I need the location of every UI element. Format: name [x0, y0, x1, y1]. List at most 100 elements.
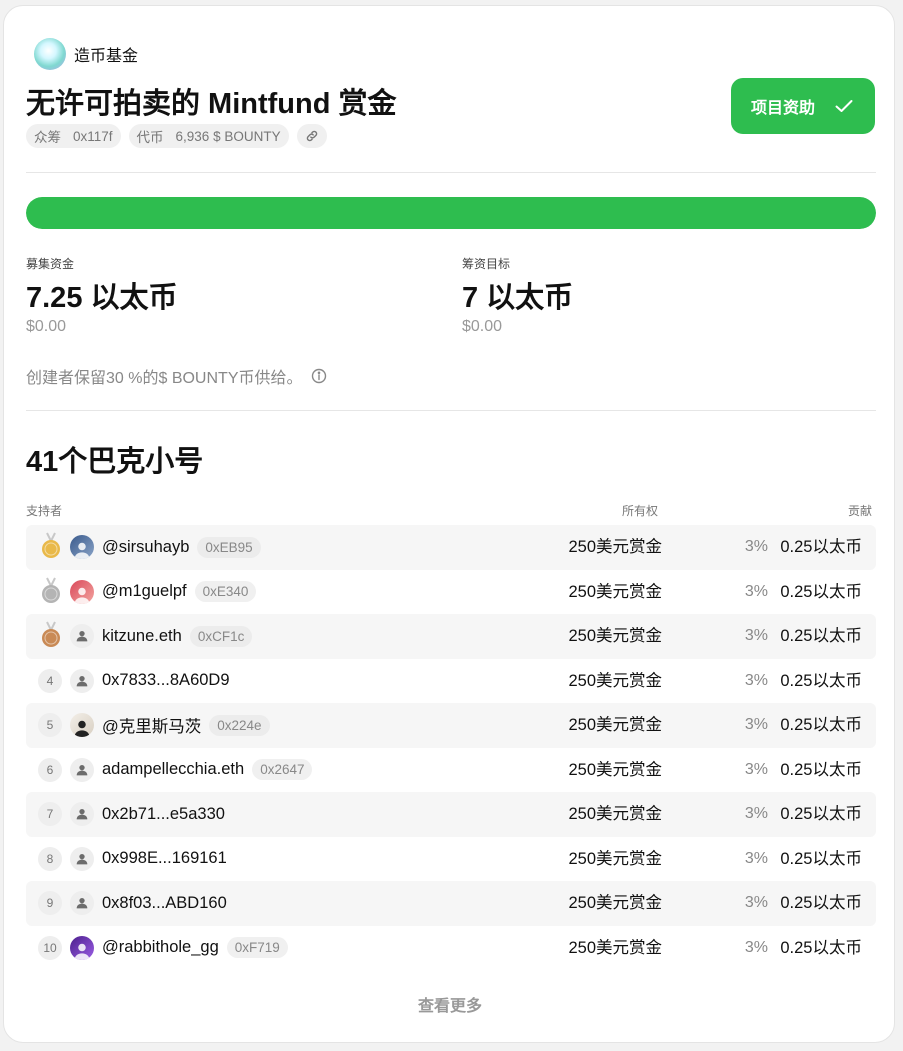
- supporter-name[interactable]: 0x998E...169161: [102, 849, 227, 868]
- rank-badge: 10: [38, 935, 62, 960]
- supporter-cell: adampellecchia.eth 0x2647: [102, 748, 313, 793]
- project-chips: 众筹 0x117f 代币 6,936 $ BOUNTY: [26, 124, 327, 148]
- ownership-value: 250美元赏金: [568, 582, 662, 601]
- supporter-cell: kitzune.eth 0xCF1c: [102, 614, 253, 659]
- raised-stat: 募集资金 7.25 以太币 $0.00: [26, 255, 178, 336]
- token-chip[interactable]: 代币 6,936 $ BOUNTY: [128, 124, 289, 148]
- chip-key: 代币: [136, 130, 164, 145]
- backers-title: 41个巴克小号: [26, 446, 204, 478]
- backer-row[interactable]: 8 0x998E...169161 250美元赏金 3% 0.25以太币: [26, 837, 876, 882]
- view-more-button[interactable]: 查看更多: [4, 992, 896, 1016]
- progress-fill: [26, 197, 876, 229]
- rank-badge: 6: [38, 757, 62, 782]
- supporter-address[interactable]: 0xF719: [226, 937, 288, 959]
- info-icon[interactable]: [311, 368, 327, 384]
- ownership-value: 250美元赏金: [568, 894, 662, 912]
- ownership-value: 250美元赏金: [568, 538, 662, 556]
- chip-key: 众筹: [34, 130, 61, 145]
- supporter-name[interactable]: @m1guelpf: [102, 582, 187, 601]
- supporter-address[interactable]: 0x2647: [252, 759, 313, 781]
- backer-row[interactable]: kitzune.eth 0xCF1c 250美元赏金 3% 0.25以太币: [26, 614, 876, 659]
- funding-progress-bar: [26, 197, 876, 229]
- raised-usd: $0.00: [26, 318, 67, 335]
- backer-row[interactable]: 4 0x7833...8A60D9 250美元赏金 3% 0.25以太币: [26, 659, 876, 704]
- supporter-address[interactable]: 0xEB95: [197, 536, 261, 558]
- brand-name: 造币基金: [74, 48, 139, 65]
- supporter-name[interactable]: @rabbithole_gg: [102, 938, 219, 957]
- brand[interactable]: 造币基金: [34, 38, 138, 70]
- contribution-value: 0.25以太币: [780, 760, 862, 779]
- supporter-cell: 0x998E...169161: [102, 837, 227, 882]
- raised-value: 7.25 以太币: [26, 282, 178, 314]
- rank-badge: 9: [38, 891, 62, 915]
- backer-row[interactable]: 10 @rabbithole_gg 0xF719 250美元赏金 3% 0.25…: [26, 926, 876, 971]
- supporter-cell: @sirsuhayb 0xEB95: [102, 525, 261, 570]
- supporter-name[interactable]: @sirsuhayb: [102, 538, 189, 557]
- divider: [26, 410, 876, 411]
- ownership-percent: 3%: [744, 760, 768, 778]
- contribution-value: 0.25以太币: [780, 894, 862, 912]
- link-button[interactable]: [296, 124, 327, 148]
- rank-badge: 8: [38, 846, 62, 871]
- link-icon: [306, 130, 317, 142]
- contribution-value: 0.25以太币: [780, 716, 862, 734]
- default-avatar-icon: [70, 624, 94, 648]
- avatar: [70, 935, 94, 960]
- supporter-name[interactable]: 0x8f03...ABD160: [102, 894, 227, 913]
- ownership-percent: 3%: [744, 627, 768, 644]
- ownership-value: 250美元赏金: [568, 805, 662, 823]
- ownership-value: 250美元赏金: [568, 716, 662, 734]
- avatar: [70, 535, 94, 559]
- brand-logo: [34, 38, 66, 70]
- fund-project-button[interactable]: 项目资助: [731, 78, 875, 134]
- ownership-value: 250美元赏金: [568, 671, 662, 690]
- rank-badge: 5: [38, 713, 62, 737]
- ownership-value: 250美元赏金: [568, 849, 662, 868]
- avatar: [70, 713, 94, 737]
- ownership-percent: 3%: [744, 671, 768, 689]
- backer-row[interactable]: 6 adampellecchia.eth 0x2647 250美元赏金 3% 0…: [26, 748, 876, 793]
- supporter-name[interactable]: kitzune.eth: [102, 627, 182, 646]
- default-avatar-icon: [70, 846, 94, 871]
- contribution-value: 0.25以太币: [780, 805, 862, 823]
- default-avatar-icon: [70, 802, 94, 826]
- ownership-percent: 3%: [744, 582, 768, 600]
- supporter-address[interactable]: 0xCF1c: [189, 625, 253, 647]
- check-icon: [835, 100, 853, 112]
- supporter-name[interactable]: adampellecchia.eth: [102, 760, 244, 779]
- project-title: 无许可拍卖的 Mintfund 赏金: [26, 88, 397, 120]
- ownership-percent: 3%: [744, 538, 768, 555]
- supporter-name[interactable]: 0x2b71...e5a330: [102, 805, 225, 824]
- rank-badge: 4: [38, 668, 62, 693]
- supporter-cell: 0x7833...8A60D9: [102, 659, 230, 704]
- backers-table: @sirsuhayb 0xEB95 250美元赏金 3% 0.25以太币 @m1…: [26, 525, 876, 970]
- ownership-percent: 3%: [744, 894, 768, 911]
- supporter-cell: @rabbithole_gg 0xF719: [102, 926, 288, 971]
- supporter-cell: @m1guelpf 0xE340: [102, 570, 257, 615]
- backer-row[interactable]: @sirsuhayb 0xEB95 250美元赏金 3% 0.25以太币: [26, 525, 876, 570]
- backer-row[interactable]: @m1guelpf 0xE340 250美元赏金 3% 0.25以太币: [26, 570, 876, 615]
- supporter-address[interactable]: 0x224e: [209, 714, 270, 736]
- supporter-cell: 0x2b71...e5a330: [102, 792, 225, 837]
- fund-button-label: 项目资助: [751, 100, 816, 117]
- note-text: 创建者保留30 %的$ BOUNTY币供给。: [26, 370, 303, 387]
- backer-row[interactable]: 5 @克里斯马茨 0x224e 250美元赏金 3% 0.25以太币: [26, 703, 876, 748]
- goal-stat: 筹资目标 7 以太币 $0.00: [462, 255, 573, 336]
- contribution-value: 0.25以太币: [780, 538, 862, 556]
- ownership-value: 250美元赏金: [568, 627, 662, 645]
- backer-row[interactable]: 7 0x2b71...e5a330 250美元赏金 3% 0.25以太币: [26, 792, 876, 837]
- avatar: [70, 579, 94, 604]
- supporter-name[interactable]: @克里斯马茨: [102, 713, 201, 737]
- default-avatar-icon: [70, 757, 94, 782]
- raised-label: 募集资金: [26, 257, 75, 271]
- supporter-address[interactable]: 0xE340: [194, 581, 257, 603]
- backer-row[interactable]: 9 0x8f03...ABD160 250美元赏金 3% 0.25以太币: [26, 881, 876, 926]
- ownership-percent: 3%: [744, 805, 768, 822]
- ownership-value: 250美元赏金: [568, 760, 662, 779]
- contribution-header: 贡献: [847, 504, 872, 518]
- crowdfund-chip[interactable]: 众筹 0x117f: [26, 124, 121, 148]
- supporter-cell: @克里斯马茨 0x224e: [102, 703, 270, 748]
- goal-value: 7 以太币: [462, 282, 574, 314]
- supporter-name[interactable]: 0x7833...8A60D9: [102, 671, 230, 690]
- gold-medal-icon: [39, 532, 63, 560]
